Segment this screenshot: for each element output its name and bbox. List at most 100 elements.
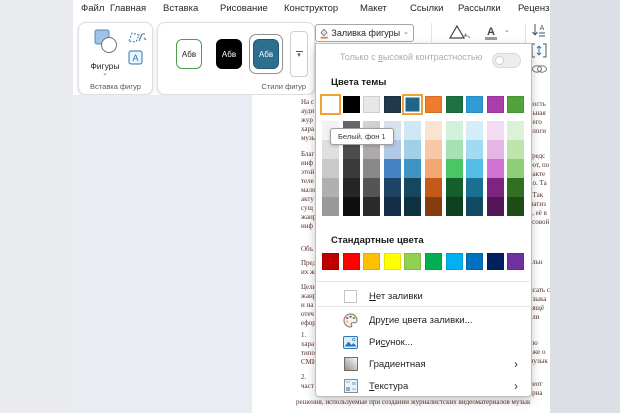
theme-color-swatch[interactable] <box>363 96 380 113</box>
theme-variant-swatch[interactable] <box>466 197 483 216</box>
standard-color-swatch[interactable] <box>446 253 463 270</box>
theme-variant-swatch[interactable] <box>466 159 483 178</box>
theme-variant-swatch[interactable] <box>363 178 380 197</box>
theme-variant-swatch[interactable] <box>425 178 442 197</box>
theme-variant-swatch[interactable] <box>404 159 421 178</box>
theme-variant-swatch[interactable] <box>425 140 442 159</box>
shape-style-3-selected[interactable]: Абв <box>253 39 279 69</box>
tab-review[interactable]: Рецензирование <box>518 3 550 14</box>
theme-variant-column <box>507 121 524 216</box>
theme-color-swatch[interactable] <box>466 96 483 113</box>
styles-gallery-more-button[interactable]: ▾ <box>290 31 308 77</box>
text-effects-button[interactable]: А ⌄ <box>483 24 515 41</box>
theme-variant-swatch[interactable] <box>322 197 339 216</box>
standard-color-swatch[interactable] <box>425 253 442 270</box>
high-contrast-toggle[interactable] <box>492 53 521 68</box>
theme-variant-swatch[interactable] <box>363 197 380 216</box>
theme-variant-swatch[interactable] <box>446 197 463 216</box>
gallery-more-arrow-icon: ▾ <box>297 53 301 58</box>
tab-references[interactable]: Ссылки <box>410 3 443 14</box>
tab-mailings[interactable]: Рассылки <box>458 3 501 14</box>
shape-fill-button[interactable]: Заливка фигуры ⌄ <box>315 24 414 42</box>
theme-variant-swatch[interactable] <box>425 197 442 216</box>
shape-style-2[interactable]: Абв <box>216 39 242 69</box>
standard-color-swatch[interactable] <box>487 253 504 270</box>
theme-variant-swatch[interactable] <box>384 159 401 178</box>
theme-color-swatch[interactable] <box>322 96 339 113</box>
standard-color-swatch[interactable] <box>507 253 524 270</box>
theme-variant-swatch[interactable] <box>404 197 421 216</box>
theme-variant-swatch[interactable] <box>507 140 524 159</box>
edit-shape-button[interactable] <box>127 31 147 49</box>
theme-variant-swatch[interactable] <box>487 140 504 159</box>
more-fill-colors-item[interactable]: Другие цвета заливки... <box>316 310 531 330</box>
tab-design[interactable]: Конструктор <box>284 3 338 14</box>
theme-variant-swatch[interactable] <box>446 121 463 140</box>
menu-bar: Файл Главная Вставка Рисование Конструкт… <box>73 0 550 18</box>
menu-separator <box>317 281 530 282</box>
theme-variant-swatch[interactable] <box>487 178 504 197</box>
svg-text:A: A <box>540 25 545 32</box>
theme-variant-swatch[interactable] <box>343 159 360 178</box>
tab-file[interactable]: Файл <box>81 3 104 14</box>
theme-variant-swatch[interactable] <box>404 140 421 159</box>
shapes-icon <box>92 28 119 55</box>
theme-color-swatch[interactable] <box>446 96 463 113</box>
theme-variant-swatch[interactable] <box>487 159 504 178</box>
theme-color-swatch[interactable] <box>384 96 401 113</box>
theme-variant-swatch[interactable] <box>343 178 360 197</box>
theme-color-swatch[interactable] <box>507 96 524 113</box>
theme-variant-swatch[interactable] <box>363 159 380 178</box>
paint-bucket-icon <box>320 26 328 41</box>
theme-variant-swatch[interactable] <box>507 121 524 140</box>
theme-variant-swatch[interactable] <box>322 159 339 178</box>
standard-color-swatch[interactable] <box>404 253 421 270</box>
theme-color-swatch[interactable] <box>404 96 421 113</box>
theme-variant-swatch[interactable] <box>425 159 442 178</box>
textbox-icon: A <box>128 50 143 65</box>
shape-outline-icon <box>449 24 471 41</box>
size-position-button[interactable] <box>531 43 547 63</box>
tab-home[interactable]: Главная <box>110 3 146 14</box>
theme-variant-swatch[interactable] <box>507 159 524 178</box>
theme-variant-swatch[interactable] <box>384 197 401 216</box>
theme-color-swatch[interactable] <box>425 96 442 113</box>
theme-variant-swatch[interactable] <box>487 197 504 216</box>
standard-color-swatch[interactable] <box>466 253 483 270</box>
no-fill-item[interactable]: Нет заливки <box>316 286 531 306</box>
theme-variant-swatch[interactable] <box>466 121 483 140</box>
sort-button[interactable]: A <box>531 23 547 43</box>
theme-variant-swatch[interactable] <box>487 121 504 140</box>
theme-variant-swatch[interactable] <box>507 197 524 216</box>
theme-variant-column <box>487 121 504 216</box>
theme-variant-swatch[interactable] <box>466 178 483 197</box>
theme-variant-swatch[interactable] <box>425 121 442 140</box>
theme-color-swatch[interactable] <box>343 96 360 113</box>
textbox-button[interactable]: A <box>128 50 143 70</box>
tab-draw[interactable]: Рисование <box>220 3 268 14</box>
shapes-button[interactable]: Фигуры ⌄ <box>85 28 125 77</box>
tab-layout[interactable]: Макет <box>360 3 387 14</box>
text-effects-icon: А <box>483 24 500 41</box>
theme-variant-swatch[interactable] <box>322 178 339 197</box>
theme-variant-swatch[interactable] <box>343 197 360 216</box>
link-button[interactable] <box>531 62 548 80</box>
tab-insert[interactable]: Вставка <box>163 3 198 14</box>
gradient-fill-item[interactable]: Градиентная › <box>316 354 531 374</box>
theme-variant-swatch[interactable] <box>446 140 463 159</box>
theme-variant-swatch[interactable] <box>507 178 524 197</box>
theme-variant-swatch[interactable] <box>446 159 463 178</box>
standard-color-swatch[interactable] <box>343 253 360 270</box>
standard-color-swatch[interactable] <box>322 253 339 270</box>
theme-variant-swatch[interactable] <box>404 178 421 197</box>
standard-color-swatch[interactable] <box>384 253 401 270</box>
texture-fill-item[interactable]: Текстура › <box>316 376 531 396</box>
theme-variant-swatch[interactable] <box>446 178 463 197</box>
theme-variant-swatch[interactable] <box>404 121 421 140</box>
standard-color-swatch[interactable] <box>363 253 380 270</box>
theme-variant-swatch[interactable] <box>384 178 401 197</box>
shape-style-1[interactable]: Абв <box>176 39 202 69</box>
theme-variant-swatch[interactable] <box>466 140 483 159</box>
theme-color-swatch[interactable] <box>487 96 504 113</box>
picture-fill-item[interactable]: Рисунок... <box>316 332 531 352</box>
